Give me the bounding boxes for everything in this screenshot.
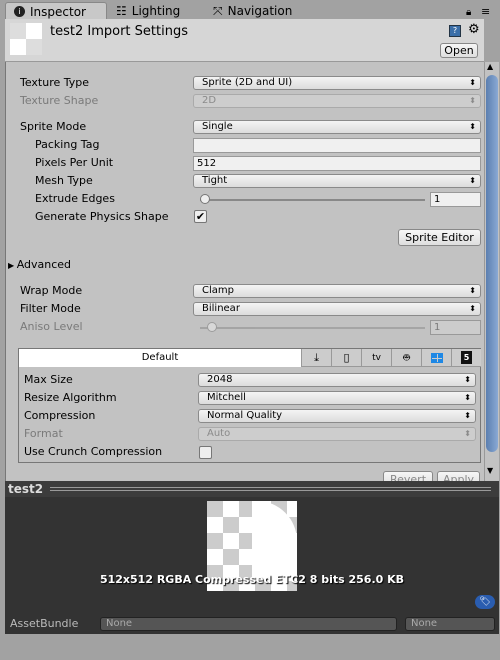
texture-thumbnail xyxy=(10,23,42,55)
gear-icon[interactable]: ⚙ xyxy=(468,22,480,37)
texture-info: 512x512 RGBA Compressed ETC2 8 bits 256.… xyxy=(99,573,405,586)
tab-navigation[interactable]: ⤧ Navigation xyxy=(205,2,300,20)
mesh-type-label: Mesh Type xyxy=(35,174,93,187)
mesh-type-dropdown[interactable]: Tight xyxy=(193,174,481,188)
scroll-down-icon[interactable]: ▼ xyxy=(487,466,493,475)
html5-icon[interactable]: 5 xyxy=(451,349,481,366)
preview-panel: 512x512 RGBA Compressed ETC2 8 bits 256.… xyxy=(5,481,499,633)
appletv-icon[interactable]: tv xyxy=(361,349,391,366)
page-title: test2 Import Settings xyxy=(50,24,188,39)
tab-inspector[interactable]: i Inspector xyxy=(5,2,107,20)
inspector-header: test2 Import Settings ? ⚙ Open xyxy=(5,19,484,62)
windows-icon[interactable] xyxy=(421,349,451,366)
download-icon[interactable]: ⤓ xyxy=(301,349,331,366)
crunch-checkbox[interactable] xyxy=(199,446,212,459)
tab-default[interactable]: Default xyxy=(19,349,301,367)
format-dropdown: Auto xyxy=(198,427,476,441)
preview-header: test2 xyxy=(5,481,499,497)
aniso-level-input: 1 xyxy=(430,320,481,335)
assetbundle-bar: AssetBundle None None xyxy=(5,614,499,634)
texture-type-dropdown[interactable]: Sprite (2D and UI) xyxy=(193,76,481,90)
tag-icon[interactable]: 🏷︎ xyxy=(475,595,495,609)
aniso-level-label: Aniso Level xyxy=(20,320,83,333)
pixels-per-unit-label: Pixels Per Unit xyxy=(35,156,114,169)
format-label: Format xyxy=(24,427,63,440)
sprite-editor-button[interactable]: Sprite Editor xyxy=(398,229,481,246)
resize-algorithm-dropdown[interactable]: Mitchell xyxy=(198,391,476,405)
sprite-mode-label: Sprite Mode xyxy=(20,120,87,133)
navigation-icon: ⤧ xyxy=(213,4,223,18)
compression-dropdown[interactable]: Normal Quality xyxy=(198,409,476,423)
menu-icon[interactable]: ≡ xyxy=(481,5,490,18)
physics-shape-checkbox[interactable]: ✔ xyxy=(194,210,207,223)
texture-type-label: Texture Type xyxy=(20,76,90,89)
pixels-per-unit-input[interactable]: 512 xyxy=(193,156,481,171)
assetbundle-variant-dropdown[interactable]: None xyxy=(405,617,495,631)
lock-icon[interactable]: 🔒︎ xyxy=(466,7,471,18)
resize-algorithm-label: Resize Algorithm xyxy=(24,391,117,404)
lighting-icon: ☷ xyxy=(116,4,127,18)
texture-shape-dropdown: 2D xyxy=(193,94,481,108)
packing-tag-label: Packing Tag xyxy=(35,138,100,151)
tab-lighting[interactable]: ☷ Lighting xyxy=(108,2,188,20)
texture-shape-label: Texture Shape xyxy=(20,94,99,107)
max-size-dropdown[interactable]: 2048 xyxy=(198,373,476,387)
extrude-edges-input[interactable]: 1 xyxy=(430,192,481,207)
scrollbar-thumb[interactable] xyxy=(486,75,498,452)
packing-tag-input[interactable] xyxy=(193,138,481,153)
filter-mode-label: Filter Mode xyxy=(20,302,81,315)
max-size-label: Max Size xyxy=(24,373,73,386)
assetbundle-name-dropdown[interactable]: None xyxy=(100,617,397,631)
help-icon[interactable]: ? xyxy=(449,25,461,37)
scroll-up-icon[interactable]: ▲ xyxy=(487,62,493,71)
slider-thumb[interactable] xyxy=(200,194,210,204)
sprite-mode-dropdown[interactable]: Single xyxy=(193,120,481,134)
filter-mode-dropdown[interactable]: Bilinear xyxy=(193,302,481,316)
extrude-edges-label: Extrude Edges xyxy=(35,192,115,205)
wrap-mode-dropdown[interactable]: Clamp xyxy=(193,284,481,298)
wrap-mode-label: Wrap Mode xyxy=(20,284,83,297)
assetbundle-label: AssetBundle xyxy=(10,617,79,630)
compression-label: Compression xyxy=(24,409,96,422)
preview-title: test2 xyxy=(8,482,44,496)
phone-icon[interactable]: ▯ xyxy=(331,349,361,366)
open-button[interactable]: Open xyxy=(440,43,478,58)
tab-bar: i Inspector ☷ Lighting ⤧ Navigation 🔒︎ ≡ xyxy=(0,0,500,20)
scrollbar[interactable]: ▲ ▼ xyxy=(484,62,499,481)
physics-shape-label: Generate Physics Shape xyxy=(35,210,169,223)
info-icon: i xyxy=(14,6,25,17)
advanced-foldout[interactable]: ▶ Advanced xyxy=(8,257,71,273)
crunch-label: Use Crunch Compression xyxy=(24,445,163,458)
android-icon[interactable]: 🤖︎ xyxy=(391,349,421,366)
triangle-right-icon: ▶ xyxy=(8,261,17,270)
